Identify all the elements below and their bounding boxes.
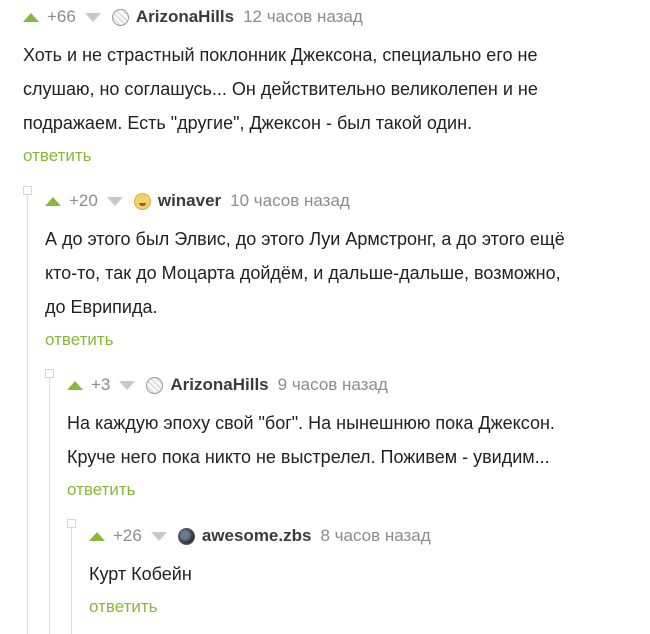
comment-text: А до этого был Элвис, до этого Луи Армст…	[45, 222, 640, 324]
collapse-toggle[interactable]	[67, 519, 76, 528]
comment-header: +66 ArizonaHills 12 часов назад	[23, 5, 638, 29]
comment-username[interactable]: ArizonaHills	[170, 375, 268, 395]
comment-rating: +26	[113, 526, 142, 545]
comment-header: +20 winaver 10 часов назад	[45, 189, 640, 213]
comment-text-line: Круче него пока никто не выстрелел. Пожи…	[67, 447, 550, 467]
upvote-arrow-icon[interactable]	[89, 531, 105, 541]
upvote-arrow-icon[interactable]	[45, 196, 61, 206]
comment-text-line: На каждую эпоху свой "бог". На нынешнюю …	[67, 413, 555, 433]
comment-text-line: до Еврипида.	[45, 297, 158, 317]
comment-text-line: кто-то, так до Моцарта дойдём, и дальше-…	[45, 263, 561, 283]
comment-text-line: подражаем. Есть "другие", Джексон - был …	[23, 113, 473, 133]
comment-header: +26 awesome.zbs 8 часов назад	[89, 524, 639, 548]
downvote-arrow-icon[interactable]	[119, 380, 136, 390]
comment: +66 ArizonaHills 12 часов назад Хоть и н…	[23, 5, 638, 167]
comment-text: Курт Кобейн	[89, 557, 639, 591]
comment-text-line: слушаю, но соглашусь... Он действительно…	[23, 79, 538, 99]
thread-line	[27, 191, 28, 634]
reply-link[interactable]: ответить	[45, 329, 114, 351]
collapse-toggle[interactable]	[23, 186, 32, 195]
reply-link[interactable]: ответить	[67, 479, 136, 501]
comment-rating: +66	[47, 7, 76, 26]
comment-timestamp: 8 часов назад	[320, 526, 431, 545]
thread-line	[49, 374, 50, 634]
comment-rating: +3	[91, 375, 111, 394]
upvote-arrow-icon[interactable]	[67, 380, 83, 390]
downvote-arrow-icon[interactable]	[150, 531, 167, 541]
comment-text-line: Хоть и не страстный поклонник Джексона, …	[23, 45, 538, 65]
user-avatar-icon[interactable]	[177, 527, 195, 545]
comment-text-line: А до этого был Элвис, до этого Луи Армст…	[45, 229, 565, 249]
reply-link[interactable]: ответить	[89, 596, 158, 618]
comment-text: На каждую эпоху свой "бог". На нынешнюю …	[67, 406, 642, 474]
comment-text: Хоть и не страстный поклонник Джексона, …	[23, 38, 638, 140]
comment: +3 ArizonaHills 9 часов назад На каждую …	[67, 373, 642, 501]
comment-timestamp: 9 часов назад	[277, 375, 388, 394]
comment-rating: +20	[69, 191, 98, 210]
reply-link[interactable]: ответить	[23, 145, 92, 167]
user-avatar-icon[interactable]	[111, 8, 129, 26]
collapse-toggle[interactable]	[45, 369, 54, 378]
user-avatar-icon[interactable]	[146, 376, 164, 394]
comment-username[interactable]: winaver	[158, 191, 221, 211]
downvote-arrow-icon[interactable]	[106, 196, 123, 206]
comment-username[interactable]: ArizonaHills	[136, 7, 234, 27]
comment-header: +3 ArizonaHills 9 часов назад	[67, 373, 642, 397]
comment: +20 winaver 10 часов назад А до этого бы…	[45, 189, 640, 351]
comment-timestamp: 12 часов назад	[243, 7, 363, 26]
comment-username[interactable]: awesome.zbs	[202, 526, 312, 546]
user-avatar-icon[interactable]	[133, 192, 151, 210]
downvote-arrow-icon[interactable]	[84, 12, 101, 22]
comment: +26 awesome.zbs 8 часов назад Курт Кобей…	[89, 524, 639, 618]
thread-line	[71, 524, 72, 634]
comment-timestamp: 10 часов назад	[230, 191, 350, 210]
comment-text-line: Курт Кобейн	[89, 564, 192, 584]
upvote-arrow-icon[interactable]	[23, 12, 39, 22]
